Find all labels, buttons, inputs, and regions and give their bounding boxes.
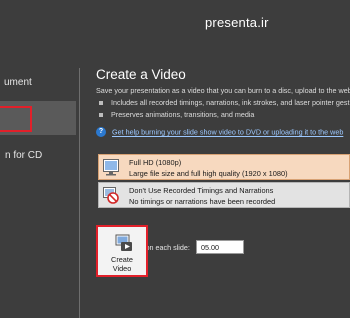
help-row: ? Get help burning your slide show video … xyxy=(96,127,343,138)
quality-dropdown[interactable]: Full HD (1080p) Large file size and full… xyxy=(98,154,350,180)
create-label-line2: Video xyxy=(112,264,132,273)
highlight-frame xyxy=(0,106,32,132)
create-label-line1: Create xyxy=(111,255,133,264)
panel-divider xyxy=(79,68,80,318)
help-link[interactable]: Get help burning your slide show video t… xyxy=(112,128,343,137)
bullet-icon xyxy=(99,101,103,106)
create-video-icon xyxy=(115,234,132,251)
top-bar: presenta.ir xyxy=(0,0,350,58)
description: Save your presentation as a video that y… xyxy=(96,86,350,95)
sidebar-item-create-video[interactable] xyxy=(0,101,76,135)
sidebar-item-label: n for CD xyxy=(5,150,43,161)
no-timings-icon xyxy=(103,187,119,204)
sidebar-item-document[interactable]: ument xyxy=(0,68,76,98)
sidebar-item-label: ument xyxy=(4,77,32,88)
quality-title: Full HD (1080p) xyxy=(129,158,182,167)
seconds-input[interactable] xyxy=(196,240,244,254)
timings-title: Don't Use Recorded Timings and Narration… xyxy=(129,186,274,195)
create-video-button[interactable]: Create Video xyxy=(96,225,148,277)
timings-dropdown[interactable]: Don't Use Recorded Timings and Narration… xyxy=(98,182,350,208)
sidebar-item-package-for-cd[interactable]: n for CD xyxy=(0,141,76,171)
quality-subtitle: Large file size and full high quality (1… xyxy=(129,169,288,178)
site-title: presenta.ir xyxy=(205,15,269,30)
bullet-item: Preserves animations, transitions, and m… xyxy=(99,110,254,119)
bullet-item: Includes all recorded timings, narration… xyxy=(99,98,350,107)
screen-quality-icon xyxy=(103,159,119,176)
page-title: Create a Video xyxy=(96,67,186,82)
bullet-icon xyxy=(99,113,103,118)
help-icon: ? xyxy=(96,127,106,138)
timings-subtitle: No timings or narrations have been recor… xyxy=(129,197,276,206)
sidebar: ument n for CD xyxy=(0,58,76,318)
